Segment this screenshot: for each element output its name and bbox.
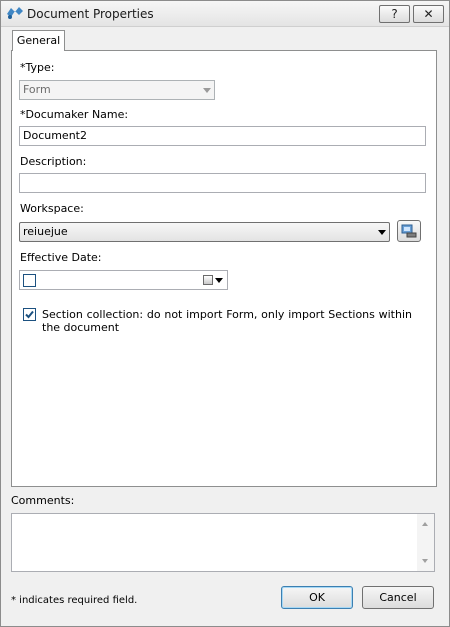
cancel-button[interactable]: Cancel [362,586,434,609]
chevron-down-icon [203,88,211,93]
ok-button[interactable]: OK [281,586,353,609]
scroll-down-icon[interactable] [422,559,428,563]
documaker-name-label: *Documaker Name: [20,108,129,121]
workspace-label: Workspace: [20,202,84,215]
type-label: *Type: [20,61,55,74]
chevron-down-icon [378,230,386,235]
documaker-app-icon [7,7,23,19]
section-collection-checkbox[interactable] [23,308,36,321]
comments-scrollbar[interactable] [417,514,434,571]
description-input[interactable] [19,173,426,193]
calendar-icon[interactable] [203,275,213,285]
section-collection-label: Section collection: do not import Form, … [42,308,412,334]
comments-label: Comments: [11,494,75,507]
documaker-name-input[interactable]: Document2 [19,126,426,146]
type-select-value: Form [23,83,51,96]
required-field-note: * indicates required field. [11,595,138,606]
close-button[interactable]: ✕ [413,5,444,23]
help-button[interactable]: ? [379,5,410,23]
tab-general[interactable]: General [12,30,65,51]
workspace-select[interactable]: reiuejue [19,222,390,242]
workspace-select-value: reiuejue [23,225,68,238]
window-title: Document Properties [27,7,154,21]
comments-textarea[interactable] [11,513,435,572]
scroll-up-icon[interactable] [422,522,428,526]
title-bar: Document Properties ? ✕ [1,1,449,27]
chevron-down-icon[interactable] [215,278,223,283]
document-properties-dialog: Document Properties ? ✕ General *Type: F… [0,0,450,627]
checkmark-icon [25,310,34,319]
workspace-browse-button[interactable] [397,220,421,242]
effective-date-checkbox[interactable] [23,274,36,287]
effective-date-label: Effective Date: [20,251,102,264]
type-select: Form [19,80,215,100]
effective-date-picker[interactable] [19,270,228,290]
description-label: Description: [20,155,87,168]
workspace-browse-icon [401,224,417,238]
